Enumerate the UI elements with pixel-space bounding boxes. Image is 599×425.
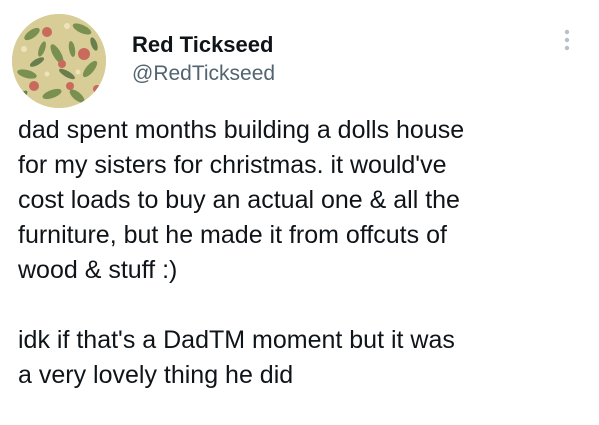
author-display-name[interactable]: Red Tickseed <box>132 32 273 58</box>
author-handle[interactable]: @RedTickseed <box>132 62 275 86</box>
floral-pattern-avatar-icon <box>12 14 106 108</box>
tweet-line: idk if that's a DadTM moment but it was <box>18 326 455 354</box>
tweet-card: Red Tickseed @RedTickseed dad spent mont… <box>0 0 599 425</box>
tweet-line: dad spent months building a dolls house <box>18 116 465 144</box>
tweet-line: a very lovely thing he did <box>18 361 294 389</box>
more-vertical-icon[interactable] <box>560 28 574 54</box>
tweet-line: furniture, but he made it from offcuts o… <box>18 221 447 249</box>
tweet-line: for my sisters for christmas. it would'v… <box>18 151 447 179</box>
tweet-line: cost loads to buy an actual one & all th… <box>18 186 460 214</box>
tweet-line: wood & stuff :) <box>18 256 178 284</box>
avatar[interactable] <box>12 14 106 108</box>
tweet-body: dad spent months building a dolls house … <box>18 113 593 393</box>
